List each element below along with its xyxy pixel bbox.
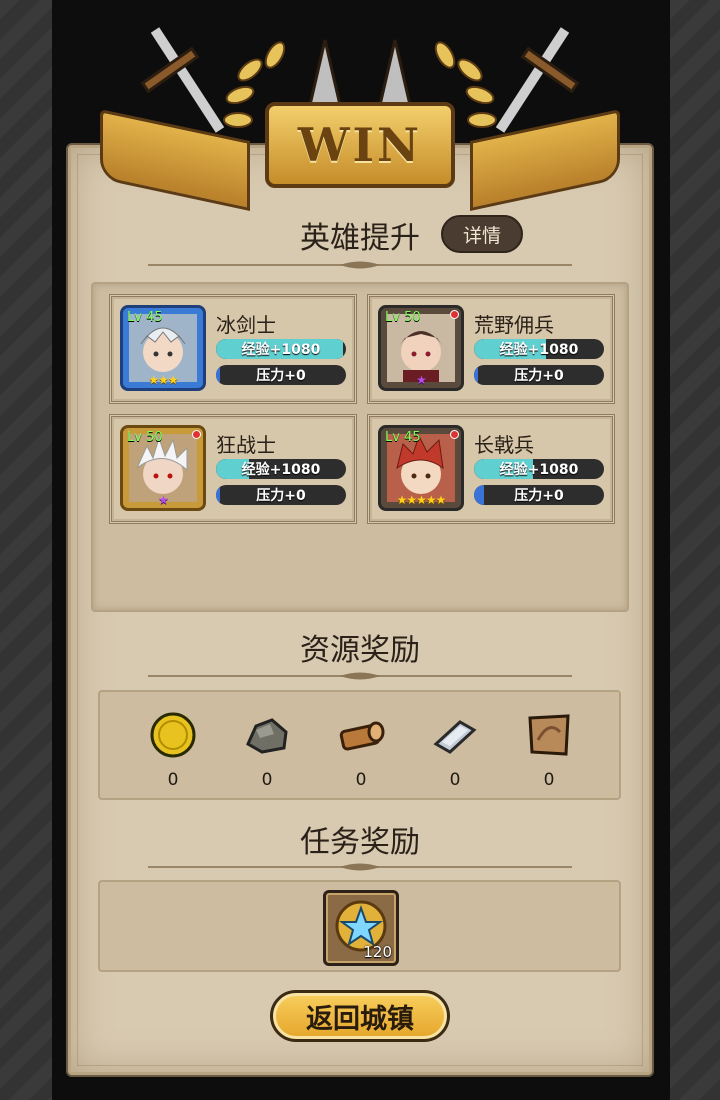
notification-dot-icon (450, 430, 459, 439)
victory-banner: WIN (80, 10, 640, 220)
return-to-town-button[interactable]: 返回城镇 (270, 990, 450, 1042)
hero-section-title: 英雄提升 (300, 221, 420, 256)
hero-pressure-bar: 压力+0 (474, 485, 604, 505)
notification-dot-icon (450, 310, 459, 319)
task-section-title: 任务奖励 (300, 825, 420, 860)
hero-list: Lv 45 ★★★ 冰剑士 经验+1080 压力+0 Lv 50 ★ 荒野佣兵 … (91, 282, 629, 612)
stone-background-left (0, 0, 52, 1100)
notification-dot-icon (192, 430, 201, 439)
hero-stars: ★★★ (148, 373, 178, 387)
resource-count: 0 (261, 770, 273, 790)
hero-level: Lv 50 (127, 430, 163, 445)
hero-card-wild-mercenary[interactable]: Lv 50 ★ 荒野佣兵 经验+1080 压力+0 (367, 294, 615, 404)
hero-pressure-label: 压力+0 (514, 488, 564, 504)
hero-pressure-bar: 压力+0 (474, 365, 604, 385)
hero-card-halberdier[interactable]: Lv 45 ★★★★★ 长戟兵 经验+1080 压力+0 (367, 414, 615, 524)
section-divider (148, 261, 572, 269)
details-button[interactable]: 详情 (441, 215, 523, 253)
hero-level: Lv 45 (127, 310, 163, 325)
hero-pressure-label: 压力+0 (514, 368, 564, 384)
hero-level: Lv 50 (385, 310, 421, 325)
resource-count: 0 (355, 770, 367, 790)
hero-card-ice-swordsman[interactable]: Lv 45 ★★★ 冰剑士 经验+1080 压力+0 (109, 294, 357, 404)
task-reward-list: 120 (98, 880, 621, 972)
hero-stars: ★ (158, 493, 169, 507)
resource-item-gold[interactable]: 0 (143, 710, 203, 790)
hero-portrait: Lv 50 ★ (378, 305, 464, 391)
hero-portrait: Lv 45 ★★★★★ (378, 425, 464, 511)
hero-card-berserker[interactable]: Lv 50 ★ 狂战士 经验+1080 压力+0 (109, 414, 357, 524)
task-reward-count: 120 (363, 943, 392, 961)
resource-section-title: 资源奖励 (300, 633, 420, 668)
resource-item-wood[interactable]: 0 (331, 710, 391, 790)
hero-pressure-bar: 压力+0 (216, 365, 346, 385)
hero-portrait: Lv 50 ★ (120, 425, 206, 511)
hero-pressure-label: 压力+0 (256, 488, 306, 504)
task-reward-item[interactable]: 120 (323, 890, 399, 966)
hero-exp-bar: 经验+1080 (474, 339, 604, 359)
resource-count: 0 (543, 770, 555, 790)
resource-reward-list: 0 0 0 0 0 (98, 690, 621, 800)
hero-name: 狂战士 (216, 433, 276, 457)
hero-name: 冰剑士 (216, 313, 276, 337)
gold-coin-icon (150, 712, 196, 758)
resource-count: 0 (449, 770, 461, 790)
hero-stars: ★★★★★ (396, 493, 447, 507)
hero-name: 长戟兵 (474, 433, 534, 457)
wood-log-icon (339, 721, 385, 751)
resource-count: 0 (167, 770, 179, 790)
iron-ingot-icon (433, 720, 477, 754)
leather-hide-icon (528, 714, 570, 756)
hero-portrait: Lv 45 ★★★ (120, 305, 206, 391)
hero-exp-label: 经验+1080 (499, 342, 579, 358)
hero-stars: ★ (416, 373, 427, 387)
resource-item-leather[interactable]: 0 (519, 710, 579, 790)
hero-name: 荒野佣兵 (474, 313, 554, 337)
hero-exp-label: 经验+1080 (241, 342, 321, 358)
hero-pressure-label: 压力+0 (256, 368, 306, 384)
hero-exp-bar: 经验+1080 (216, 459, 346, 479)
resource-item-iron[interactable]: 0 (425, 710, 485, 790)
hero-exp-bar: 经验+1080 (474, 459, 604, 479)
resource-item-stone[interactable]: 0 (237, 710, 297, 790)
hero-exp-label: 经验+1080 (241, 462, 321, 478)
section-divider (148, 672, 572, 680)
stone-background-right (670, 0, 720, 1100)
hero-level: Lv 45 (385, 430, 421, 445)
hero-pressure-bar: 压力+0 (216, 485, 346, 505)
banner-ribbon-center: WIN (265, 102, 455, 188)
hero-exp-label: 经验+1080 (499, 462, 579, 478)
win-title: WIN (297, 118, 423, 172)
section-divider (148, 863, 572, 871)
stone-ore-icon (246, 718, 288, 754)
hero-exp-bar: 经验+1080 (216, 339, 346, 359)
